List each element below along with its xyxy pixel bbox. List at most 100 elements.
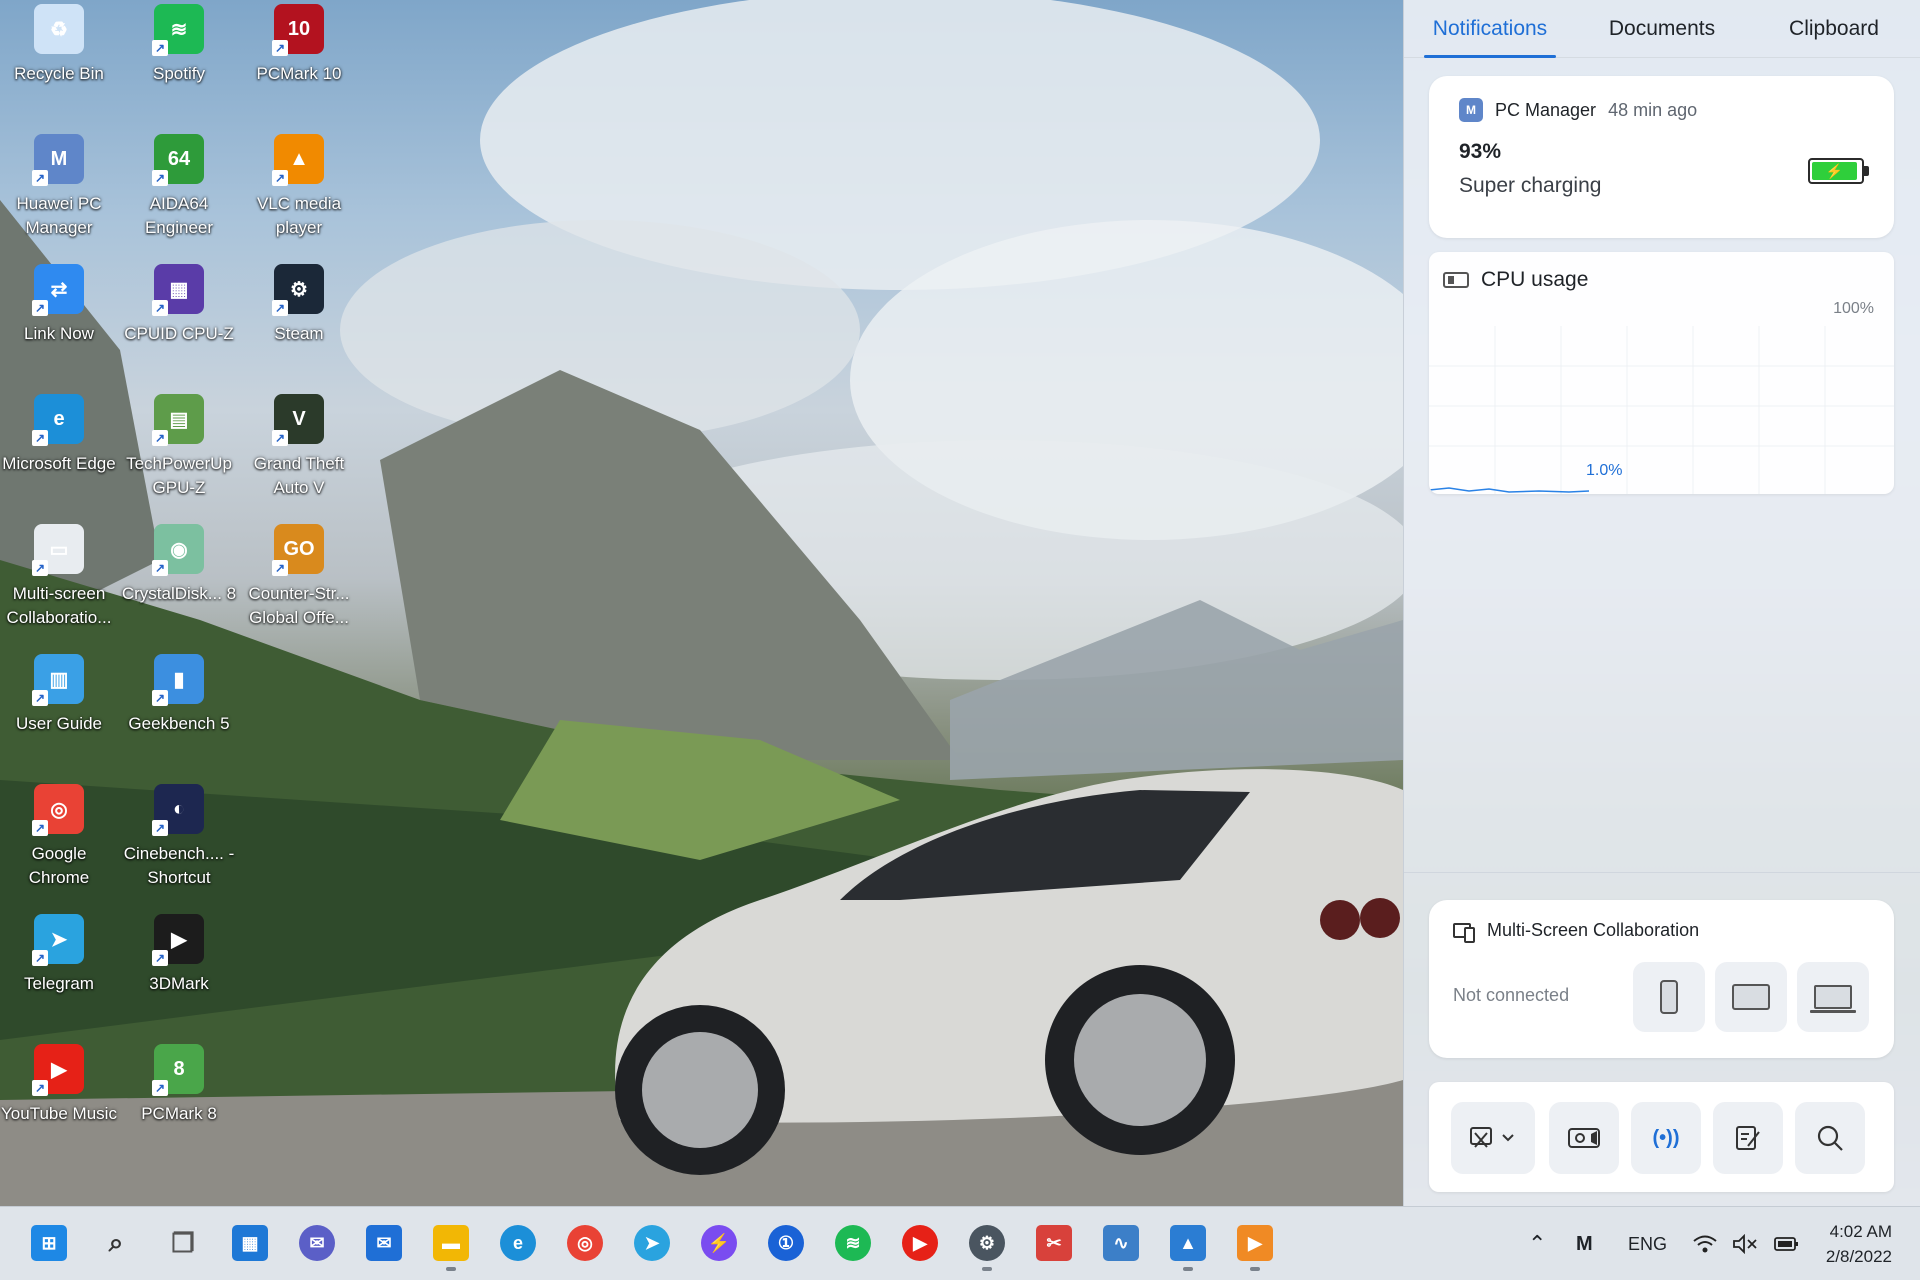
multi-screen-card: Multi-Screen Collaboration Not connected [1429, 900, 1894, 1058]
taskbar-button[interactable]: ◎ [563, 1221, 607, 1265]
link-now-icon: ⇄ ↗ [32, 264, 84, 316]
recycle-bin-icon: ♻ [34, 4, 84, 54]
desktop-shortcut[interactable]: ≋ ↗ Spotify [120, 4, 238, 86]
desktop-shortcut-label: PCMark 8 [141, 1104, 217, 1123]
shortcut-arrow-icon: ↗ [152, 690, 168, 706]
taskbar-clock[interactable]: 4:02 AM 2/8/2022 [1826, 1219, 1892, 1269]
desktop-shortcut[interactable]: ▤ ↗ TechPowerUp GPU-Z [120, 394, 238, 500]
volume-muted-icon [1733, 1234, 1757, 1254]
taskbar-button[interactable]: ▬ [429, 1221, 473, 1271]
shortcut-arrow-icon: ↗ [152, 1080, 168, 1096]
spotify-icon: ≋ ↗ [152, 4, 204, 56]
desktop-shortcut[interactable]: ▮ ↗ Geekbench 5 [120, 654, 238, 736]
user-guide-icon: ▥ ↗ [32, 654, 84, 706]
system-tray-status[interactable] [1692, 1207, 1800, 1280]
desktop-shortcut[interactable]: 64 ↗ AIDA64 Engineer [120, 134, 238, 240]
cpu-current-label: 1.0% [1586, 462, 1623, 479]
cpu-z-icon: ▦ ↗ [152, 264, 204, 316]
desktop-shortcut[interactable]: e ↗ Microsoft Edge [0, 394, 118, 476]
tab-clipboard[interactable]: Clipboard [1748, 0, 1920, 57]
desktop-shortcut[interactable]: ▭ ↗ Multi-screen Collaboratio... [0, 524, 118, 630]
desktop-shortcut[interactable]: ⚙ ↗ Steam [240, 264, 358, 346]
cpu-usage-card[interactable]: CPU usage 100% 1.0% [1429, 252, 1894, 494]
shortcut-arrow-icon: ↗ [32, 950, 48, 966]
connect-laptop-button[interactable] [1797, 962, 1869, 1032]
taskbar-button[interactable]: ▶ [898, 1221, 942, 1265]
taskbar: ⊞ ⌕ ❐ ▦ ✉ ✉ ▬ e ◎ ➤ ⚡ ① ≋ ▶ ⚙ ✂ ∿ ▲ ▶ ⌃ M ENG 4:02 AM 2/8/… [0, 1206, 1920, 1280]
widgets-icon: ▦ [232, 1225, 268, 1261]
cpu-usage-title: CPU usage [1481, 268, 1589, 291]
desktop-shortcut-label: PCMark 10 [256, 64, 342, 83]
taskbar-button[interactable]: ▦ [228, 1221, 272, 1265]
multi-screen-title: Multi-Screen Collaboration [1487, 920, 1700, 940]
taskbar-button[interactable]: ✂ [1032, 1221, 1076, 1265]
desktop-shortcut-label: Google Chrome [28, 844, 90, 887]
desktop-shortcut[interactable]: ➤ ↗ Telegram [0, 914, 118, 996]
notes-button[interactable] [1713, 1102, 1783, 1174]
taskbar-button[interactable]: ⚡ [697, 1221, 741, 1265]
taskbar-button[interactable]: ⊞ [27, 1221, 71, 1265]
desktop-shortcut[interactable]: ▲ ↗ VLC media player [240, 134, 358, 240]
taskbar-button[interactable]: ⌕ [94, 1221, 138, 1265]
show-hidden-icons-button[interactable]: ⌃ [1528, 1207, 1546, 1280]
taskbar-button[interactable]: ✉ [295, 1221, 339, 1265]
desktop-shortcut[interactable]: V ↗ Grand Theft Auto V [240, 394, 358, 500]
shortcut-arrow-icon: ↗ [152, 300, 168, 316]
shortcut-arrow-icon: ↗ [152, 820, 168, 836]
taskbar-button[interactable]: ⚙ [965, 1221, 1009, 1271]
connect-tablet-button[interactable] [1715, 962, 1787, 1032]
panel-divider [1404, 872, 1920, 873]
desktop-shortcut[interactable]: ♻ Recycle Bin [0, 4, 118, 86]
desktop-shortcut-label: User Guide [16, 714, 102, 733]
connect-phone-button[interactable] [1633, 962, 1705, 1032]
desktop-shortcut[interactable]: ▦ ↗ CPUID CPU-Z [120, 264, 238, 346]
desktop-shortcut[interactable]: ◉ ↗ CrystalDisk... 8 [120, 524, 238, 606]
cpu-usage-header: CPU usage [1443, 268, 1588, 292]
taskbar-button[interactable]: e [496, 1221, 540, 1265]
taskbar-button[interactable]: ≋ [831, 1221, 875, 1265]
wireless-projection-button[interactable]: (•)) [1631, 1102, 1701, 1174]
desktop-shortcut[interactable]: GO ↗ Counter-Str... Global Offe... [240, 524, 358, 630]
desktop-shortcut[interactable]: ▶ ↗ YouTube Music [0, 1044, 118, 1126]
desktop-shortcut[interactable]: ▶ ↗ 3DMark [120, 914, 238, 996]
screenshot-button[interactable] [1451, 1102, 1535, 1174]
shortcut-arrow-icon: ↗ [32, 1080, 48, 1096]
language-indicator[interactable]: ENG [1628, 1207, 1667, 1280]
pc-manager-panel: Notifications Documents Clipboard M PC M… [1403, 0, 1920, 1206]
desktop-shortcut-label: Telegram [24, 974, 94, 993]
desktop-shortcut[interactable]: 10 ↗ PCMark 10 [240, 4, 358, 86]
desktop-shortcut[interactable]: 8 ↗ PCMark 8 [120, 1044, 238, 1126]
screen-record-button[interactable] [1549, 1102, 1619, 1174]
taskbar-button[interactable]: ➤ [630, 1221, 674, 1265]
clock-time: 4:02 AM [1829, 1222, 1892, 1241]
notification-header: M PC Manager 48 min ago [1459, 98, 1697, 122]
battery-notification-card[interactable]: M PC Manager 48 min ago 93% Super chargi… [1429, 76, 1894, 238]
taskbar-button[interactable]: ① [764, 1221, 808, 1265]
desktop-shortcut[interactable]: ▥ ↗ User Guide [0, 654, 118, 736]
taskbar-button[interactable]: ▲ [1166, 1221, 1210, 1271]
mail-icon: ✉ [366, 1225, 402, 1261]
taskbar-button[interactable]: ∿ [1099, 1221, 1143, 1265]
tab-documents[interactable]: Documents [1576, 0, 1748, 57]
gta-v-icon: V ↗ [272, 394, 324, 446]
photos-icon: ▲ [1170, 1225, 1206, 1261]
multi-screen-header: Multi-Screen Collaboration [1453, 920, 1700, 943]
desktop-shortcut[interactable]: ⇄ ↗ Link Now [0, 264, 118, 346]
desktop-shortcut-label: Steam [274, 324, 324, 343]
tab-notifications[interactable]: Notifications [1404, 0, 1576, 58]
taskbar-button[interactable]: ✉ [362, 1221, 406, 1265]
search-button[interactable] [1795, 1102, 1865, 1174]
clock-date: 2/8/2022 [1825, 1247, 1892, 1266]
desktop-shortcut[interactable]: M ↗ Huawei PC Manager [0, 134, 118, 240]
performance-monitor-icon: ∿ [1103, 1225, 1139, 1261]
chrome-icon: ◎ [567, 1225, 603, 1261]
shortcut-arrow-icon: ↗ [152, 170, 168, 186]
desktop-shortcut[interactable]: ◐ ↗ Cinebench.... - Shortcut [120, 784, 238, 890]
pc-manager-tray-icon[interactable]: M [1576, 1207, 1593, 1280]
taskbar-button[interactable]: ❐ [161, 1221, 205, 1265]
shortcut-arrow-icon: ↗ [32, 560, 48, 576]
laptop-icon [1810, 985, 1856, 1013]
desktop-shortcut[interactable]: ◎ ↗ Google Chrome [0, 784, 118, 890]
taskbar-button[interactable]: ▶ [1233, 1221, 1277, 1271]
windows-start-icon: ⊞ [31, 1225, 67, 1261]
